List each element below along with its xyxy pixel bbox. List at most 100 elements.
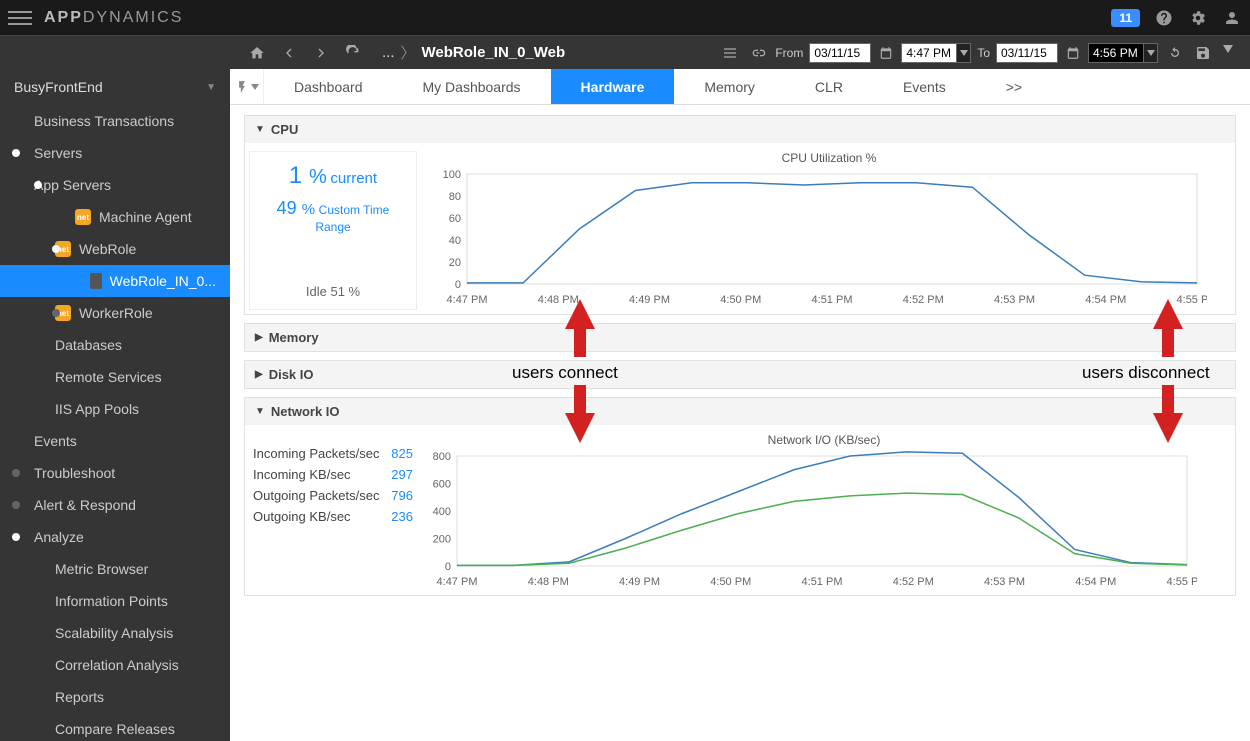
calendar-icon[interactable] xyxy=(1064,44,1082,62)
help-icon[interactable] xyxy=(1154,8,1174,28)
sidebar-item-servers[interactable]: Servers xyxy=(0,137,230,169)
page-title: WebRole_IN_0_Web xyxy=(422,44,566,61)
disk-panel-header[interactable]: ▶Disk IO xyxy=(245,361,1235,388)
top-bar: APPDYNAMICS 11 xyxy=(0,0,1250,35)
network-stats: Incoming Packets/sec825 Incoming KB/sec2… xyxy=(249,433,417,591)
sidebar-item-metric-browser[interactable]: Metric Browser xyxy=(0,553,230,585)
incoming-kb-row: Incoming KB/sec297 xyxy=(253,464,413,485)
sidebar-item-iis-app-pools[interactable]: IIS App Pools xyxy=(0,393,230,425)
net-icon: net xyxy=(75,209,91,225)
tab-events[interactable]: Events xyxy=(873,69,976,104)
collapse-icon: ▼ xyxy=(255,406,265,417)
sidebar-item-troubleshoot[interactable]: Troubleshoot xyxy=(0,457,230,489)
tab-dashboard[interactable]: Dashboard xyxy=(264,69,393,104)
svg-text:40: 40 xyxy=(449,235,461,247)
from-label: From xyxy=(775,46,803,60)
svg-text:4:49 PM: 4:49 PM xyxy=(629,294,670,306)
to-time-input[interactable] xyxy=(1088,43,1144,63)
cpu-current-value: 1 % xyxy=(289,162,327,189)
sidebar-item-correlation-analysis[interactable]: Correlation Analysis xyxy=(0,649,230,681)
network-panel: ▼Network IO Incoming Packets/sec825 Inco… xyxy=(244,397,1236,596)
svg-text:4:53 PM: 4:53 PM xyxy=(994,294,1035,306)
user-icon[interactable] xyxy=(1222,8,1242,28)
lightning-icon[interactable] xyxy=(230,69,264,104)
reload-icon[interactable] xyxy=(1164,42,1186,64)
chevron-down-icon[interactable] xyxy=(1220,42,1242,64)
svg-text:4:54 PM: 4:54 PM xyxy=(1075,576,1116,588)
sidebar-item-analyze[interactable]: Analyze xyxy=(0,521,230,553)
sidebar-item-app-servers[interactable]: App Servers xyxy=(0,169,230,201)
sidebar-item-workerrole[interactable]: netWorkerRole xyxy=(0,297,230,329)
outgoing-kb-row: Outgoing KB/sec236 xyxy=(253,506,413,527)
memory-panel-header[interactable]: ▶Memory xyxy=(245,324,1235,351)
hamburger-menu[interactable] xyxy=(8,6,32,30)
svg-text:0: 0 xyxy=(455,279,461,291)
svg-text:60: 60 xyxy=(449,213,461,225)
to-date-input[interactable] xyxy=(996,43,1058,63)
to-label: To xyxy=(977,46,990,60)
network-chart: Network I/O (KB/sec) 02004006008004:47 P… xyxy=(417,433,1231,591)
expand-icon: ▶ xyxy=(255,369,263,380)
incoming-packets-row: Incoming Packets/sec825 xyxy=(253,443,413,464)
to-time-dropdown[interactable] xyxy=(1144,43,1158,63)
collapse-icon: ▼ xyxy=(255,124,265,135)
home-icon[interactable] xyxy=(246,42,268,64)
toolbar: ... 〉 WebRole_IN_0_Web From To xyxy=(0,35,1250,69)
sidebar-item-reports[interactable]: Reports xyxy=(0,681,230,713)
calendar-icon[interactable] xyxy=(877,44,895,62)
svg-text:4:53 PM: 4:53 PM xyxy=(984,576,1025,588)
sidebar-item-webrole[interactable]: netWebRole xyxy=(0,233,230,265)
sidebar-item-databases[interactable]: Databases xyxy=(0,329,230,361)
list-icon[interactable] xyxy=(719,42,741,64)
svg-text:400: 400 xyxy=(433,506,451,518)
sidebar-item-information-points[interactable]: Information Points xyxy=(0,585,230,617)
svg-text:4:55 PM: 4:55 PM xyxy=(1167,576,1197,588)
svg-text:800: 800 xyxy=(433,451,451,463)
cpu-current-label: current xyxy=(330,170,377,187)
cpu-panel-header[interactable]: ▼CPU xyxy=(245,116,1235,143)
notification-badge[interactable]: 11 xyxy=(1111,9,1140,27)
memory-panel: ▶Memory xyxy=(244,323,1236,352)
save-icon[interactable] xyxy=(1192,42,1214,64)
tab-my-dashboards[interactable]: My Dashboards xyxy=(393,69,551,104)
sidebar-app-selector[interactable]: BusyFrontEnd▼ xyxy=(0,69,230,105)
svg-text:0: 0 xyxy=(445,561,451,573)
svg-text:4:48 PM: 4:48 PM xyxy=(538,294,579,306)
sidebar-item-remote-services[interactable]: Remote Services xyxy=(0,361,230,393)
refresh-icon[interactable] xyxy=(342,42,364,64)
expand-icon: ▶ xyxy=(255,332,263,343)
network-chart-title: Network I/O (KB/sec) xyxy=(417,433,1231,447)
outgoing-packets-row: Outgoing Packets/sec796 xyxy=(253,485,413,506)
from-time-dropdown[interactable] xyxy=(957,43,971,63)
network-panel-header[interactable]: ▼Network IO xyxy=(245,398,1235,425)
cpu-idle-label: Idle 51 % xyxy=(260,284,406,299)
sidebar-item-events[interactable]: Events xyxy=(0,425,230,457)
svg-text:4:49 PM: 4:49 PM xyxy=(619,576,660,588)
disk-panel: ▶Disk IO xyxy=(244,360,1236,389)
breadcrumb-ellipsis[interactable]: ... xyxy=(382,44,395,61)
sidebar-item-business-transactions[interactable]: Business Transactions xyxy=(0,105,230,137)
svg-text:4:52 PM: 4:52 PM xyxy=(903,294,944,306)
from-time-input[interactable] xyxy=(901,43,957,63)
back-icon[interactable] xyxy=(278,42,300,64)
sidebar-item-webrole-instance[interactable]: WebRole_IN_0... xyxy=(0,265,230,297)
sidebar-item-compare-releases[interactable]: Compare Releases xyxy=(0,713,230,741)
sidebar-item-machine-agent[interactable]: netMachine Agent xyxy=(0,201,230,233)
tab-memory[interactable]: Memory xyxy=(674,69,785,104)
sidebar-item-alert-respond[interactable]: Alert & Respond xyxy=(0,489,230,521)
gear-icon[interactable] xyxy=(1188,8,1208,28)
tab-clr[interactable]: CLR xyxy=(785,69,873,104)
tab-more[interactable]: >> xyxy=(976,69,1052,104)
server-icon xyxy=(90,273,102,289)
from-date-input[interactable] xyxy=(809,43,871,63)
svg-text:4:51 PM: 4:51 PM xyxy=(812,294,853,306)
sidebar-item-scalability-analysis[interactable]: Scalability Analysis xyxy=(0,617,230,649)
forward-icon[interactable] xyxy=(310,42,332,64)
svg-text:4:54 PM: 4:54 PM xyxy=(1085,294,1126,306)
svg-text:4:52 PM: 4:52 PM xyxy=(893,576,934,588)
svg-text:4:55 PM: 4:55 PM xyxy=(1177,294,1207,306)
link-icon[interactable] xyxy=(747,42,769,64)
svg-text:100: 100 xyxy=(443,169,461,181)
tab-hardware[interactable]: Hardware xyxy=(551,69,675,104)
svg-text:600: 600 xyxy=(433,479,451,491)
